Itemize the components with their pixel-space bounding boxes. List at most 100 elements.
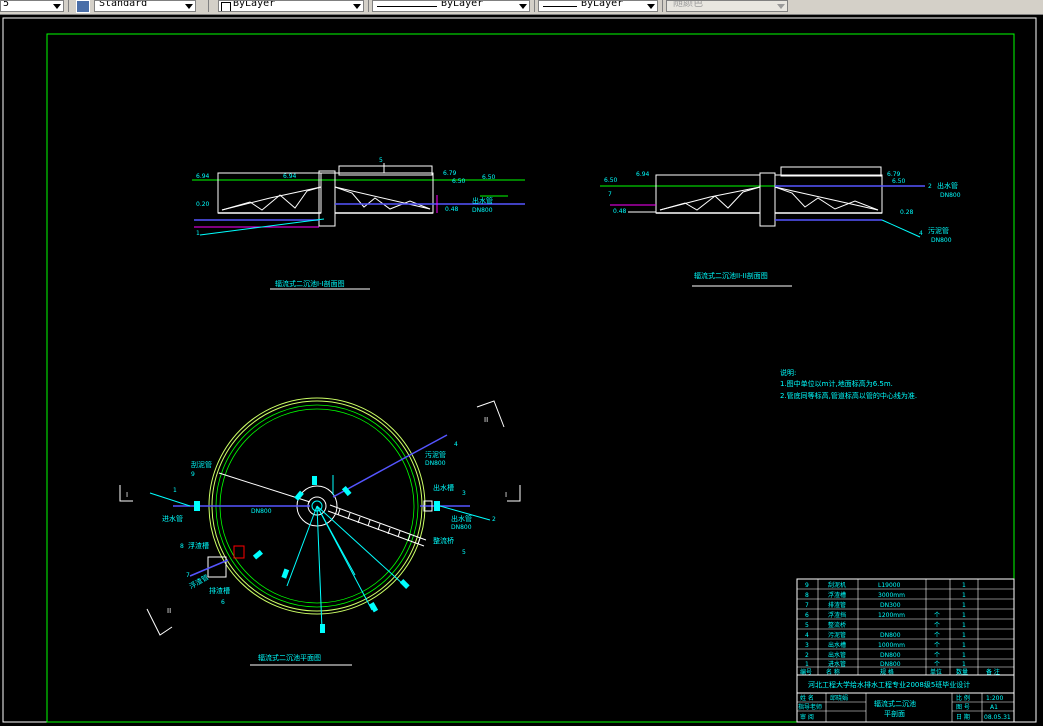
- section1-title: 辐流式二沉池I-I剖面图: [275, 279, 345, 288]
- bom-row-3-name: 出水槽: [828, 641, 846, 649]
- bom-row-6-name: 浮渣挡: [828, 611, 846, 619]
- section1-level-left2: 6.94: [283, 173, 297, 180]
- bom-row-7-spec: DN300: [880, 602, 901, 609]
- notes-title: 说明:: [780, 368, 796, 377]
- section2-level-l3: 0.48: [613, 208, 627, 215]
- plan-number-1: 1: [173, 487, 177, 494]
- drawing-svg: 5 6.94 6.94 0.20 1 6.79 6.50 6.50 0.48 出…: [2, 17, 1037, 723]
- plan-scraper-label: 刮泥管: [191, 460, 212, 469]
- plan-number-9: 9: [191, 471, 195, 478]
- plan-skim-label: 排渣槽: [209, 586, 230, 595]
- bom-row-8-no: 8: [805, 592, 809, 599]
- section2-level-r3: 0.28: [900, 209, 914, 216]
- linetype-value: ByLayer: [441, 0, 484, 9]
- section2-level-r2: 6.50: [892, 178, 906, 185]
- bom-row-3-no: 3: [805, 642, 809, 649]
- linetype-dropdown[interactable]: ByLayer: [372, 0, 530, 12]
- title-block-person: 邱晓娟: [830, 694, 848, 702]
- plan-number-8: 8: [180, 543, 184, 550]
- title-block-date-value: 08.05.31: [984, 714, 1011, 721]
- bom-header-note: 备 注: [986, 668, 1000, 676]
- plan-cut-mark-I-left: I: [126, 491, 128, 499]
- bom-row-5-qty: 1: [962, 622, 966, 629]
- notes-line1: 1.图中单位以m计,地面标高为6.5m.: [780, 379, 893, 388]
- title-block-role-name: 姓 名: [800, 694, 814, 702]
- lineweight-preview-icon: [543, 6, 577, 7]
- plot-style-value: 随颜色: [673, 0, 703, 9]
- plan-sludge-dn: DN800: [425, 460, 446, 467]
- text-style-value: Standard: [99, 0, 148, 9]
- section1-level-r1: 6.79: [443, 170, 457, 177]
- section1-number-1: 1: [196, 230, 200, 237]
- dimension-style-dropdown[interactable]: 5: [0, 0, 64, 12]
- plan-cut-mark-I-right: I: [505, 491, 507, 499]
- lineweight-dropdown[interactable]: ByLayer: [538, 0, 658, 12]
- bom-row-6-no: 6: [805, 612, 809, 619]
- layer-value: ByLayer: [233, 0, 276, 9]
- plan-number-4: 4: [454, 441, 458, 448]
- bom-row-2-no: 2: [805, 652, 809, 659]
- chevron-down-icon: [777, 4, 785, 9]
- title-block-scale-value: 1:200: [986, 695, 1003, 702]
- bom-row-1-qty: 1: [962, 661, 966, 668]
- bom-row-5-unit: 个: [934, 622, 940, 629]
- bom-row-9-qty: 1: [962, 582, 966, 589]
- bom-row-6-qty: 1: [962, 612, 966, 619]
- bom-header-qty: 数量: [956, 668, 968, 676]
- chevron-down-icon: [185, 4, 193, 9]
- bom-row-1-no: 1: [805, 661, 809, 668]
- bom-row-2-unit: 个: [934, 652, 940, 659]
- bom-row-1-spec: DN800: [880, 661, 901, 668]
- layer-dropdown[interactable]: ByLayer: [218, 0, 364, 12]
- bom-row-3-unit: 个: [934, 642, 940, 649]
- bom-row-6-unit: 个: [934, 612, 940, 619]
- linetype-preview-icon: [377, 6, 437, 7]
- bom-row-5-name: 整流桥: [828, 621, 846, 629]
- bom-header-name: 名 称: [826, 668, 840, 676]
- section2-sludge-label: 污泥管: [928, 226, 949, 235]
- chevron-down-icon: [647, 4, 655, 9]
- section2-outlet-label: 出水管: [937, 181, 958, 190]
- plan-scum-tank-label: 浮渣槽: [188, 541, 209, 550]
- section2-outlet-dn: DN800: [940, 192, 961, 199]
- plan-outlet-channel-label: 出水槽: [433, 483, 454, 492]
- bom-row-8-name: 浮渣槽: [828, 591, 846, 599]
- plan-inlet-label: 进水管: [162, 514, 183, 523]
- section1-level-left3: 0.20: [196, 201, 210, 208]
- text-style-icon[interactable]: [76, 0, 90, 13]
- lineweight-value: ByLayer: [581, 0, 624, 9]
- plan-number-7: 7: [186, 572, 190, 579]
- title-block-sheet-label: 图 号: [956, 704, 970, 711]
- bom-row-8-spec: 3000mm: [878, 592, 905, 599]
- text-style-dropdown[interactable]: Standard: [94, 0, 196, 12]
- title-block-role-review: 审 阅: [800, 713, 814, 721]
- bom-row-7-name: 排渣管: [828, 601, 846, 609]
- bom-row-1-name: 进水管: [828, 660, 846, 668]
- bom-row-9-no: 9: [805, 582, 809, 589]
- drawing-canvas[interactable]: 5 6.94 6.94 0.20 1 6.79 6.50 6.50 0.48 出…: [0, 15, 1043, 726]
- bom-header-spec: 规 格: [880, 668, 894, 676]
- title-block-scale-label: 比 例: [956, 694, 970, 702]
- section2-level-r1: 6.79: [887, 171, 901, 178]
- section2-level-l1: 6.50: [604, 177, 618, 184]
- plan-sludge-label: 污泥管: [425, 450, 446, 459]
- title-block-drawing-name2: 平剖面: [884, 709, 905, 718]
- plan-bridge-label: 整流桥: [433, 536, 454, 545]
- dimension-style-value: 5: [3, 0, 10, 9]
- bom-row-7-no: 7: [805, 602, 809, 609]
- title-block-sheet-value: A1: [990, 704, 998, 711]
- bom-row-4-qty: 1: [962, 632, 966, 639]
- plan-cut-mark-II-top: II: [484, 416, 488, 424]
- section2-number-4: 4: [919, 230, 923, 237]
- bom-row-9-spec: L19000: [878, 582, 901, 589]
- section1-level-left1: 6.94: [196, 173, 210, 180]
- bom-row-4-spec: DN800: [880, 632, 901, 639]
- bom-header-unit: 单位: [930, 668, 942, 676]
- plot-style-dropdown[interactable]: 随颜色: [666, 0, 788, 12]
- bom-row-8-qty: 1: [962, 592, 966, 599]
- bom-row-4-no: 4: [805, 632, 809, 639]
- bom-row-2-spec: DN800: [880, 652, 901, 659]
- plan-number-3: 3: [462, 490, 466, 497]
- bom-row-5-no: 5: [805, 622, 809, 629]
- bom-row-2-name: 出水管: [828, 651, 846, 659]
